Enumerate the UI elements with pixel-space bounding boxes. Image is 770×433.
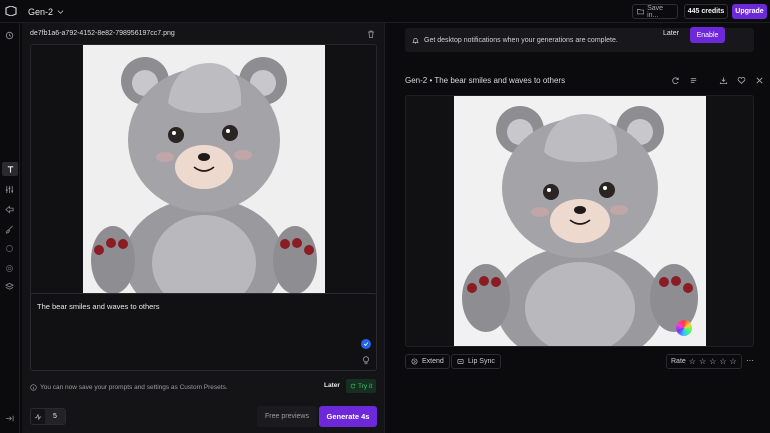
input-panel: de7fb1a6-a792-4152-8e82-798956197cc7.png bbox=[22, 23, 384, 433]
menu-lines-icon[interactable] bbox=[688, 75, 698, 85]
layers-icon[interactable] bbox=[4, 281, 15, 292]
prompt-textarea[interactable]: The bear smiles and waves to others bbox=[30, 293, 377, 371]
generation-actions bbox=[670, 75, 764, 85]
circle-icon[interactable] bbox=[4, 263, 15, 274]
download-icon[interactable] bbox=[718, 75, 728, 85]
credits-button[interactable]: 445 credits bbox=[684, 4, 728, 19]
trash-icon[interactable] bbox=[367, 30, 375, 38]
sparkle-icon[interactable] bbox=[4, 243, 15, 254]
teddy-bear-illustration bbox=[454, 96, 706, 346]
rate-label: Rate bbox=[671, 358, 686, 365]
brush-icon[interactable] bbox=[4, 224, 15, 235]
save-in-label: Save in... bbox=[647, 4, 664, 19]
camera-motion-icon[interactable] bbox=[4, 204, 15, 215]
star-3-icon[interactable]: ☆ bbox=[709, 357, 716, 366]
presets-later-button[interactable]: Later bbox=[324, 382, 340, 389]
free-previews-button[interactable]: Free previews bbox=[257, 406, 317, 427]
output-tools: Extend Lip Sync Rate ☆ ☆ ☆ ☆ ☆ ⋯ bbox=[405, 354, 754, 370]
bell-icon bbox=[412, 37, 419, 43]
enable-notifications-button[interactable]: Enable bbox=[690, 27, 725, 43]
upgrade-button[interactable]: Upgrade bbox=[732, 4, 767, 19]
try-it-label: Try it bbox=[358, 382, 373, 390]
duration-value: 5 bbox=[45, 409, 65, 424]
star-4-icon[interactable]: ☆ bbox=[719, 357, 726, 366]
extend-button[interactable]: Extend bbox=[405, 354, 450, 369]
refresh-icon[interactable] bbox=[670, 75, 680, 85]
extend-icon bbox=[411, 358, 418, 365]
teddy-bear-illustration bbox=[83, 45, 325, 306]
text-to-video-tab[interactable] bbox=[2, 162, 18, 176]
folder-icon bbox=[637, 9, 645, 15]
model-name: Gen-2 bbox=[28, 6, 54, 17]
clock-icon bbox=[31, 409, 45, 424]
text-icon bbox=[7, 165, 13, 173]
lip-sync-button[interactable]: Lip Sync bbox=[451, 354, 501, 369]
more-options-icon[interactable]: ⋯ bbox=[746, 356, 754, 365]
collapse-icon[interactable] bbox=[4, 413, 15, 424]
generation-title: Gen-2 • The bear smiles and waves to oth… bbox=[405, 76, 566, 85]
history-icon[interactable] bbox=[4, 30, 15, 41]
rating-widget: Rate ☆ ☆ ☆ ☆ ☆ bbox=[666, 354, 742, 369]
star-5-icon[interactable]: ☆ bbox=[729, 357, 736, 366]
source-image bbox=[83, 45, 325, 306]
lip-sync-icon bbox=[457, 359, 464, 364]
try-it-button[interactable]: Try it bbox=[346, 379, 377, 393]
star-1-icon[interactable]: ☆ bbox=[689, 357, 696, 366]
output-panel: Get desktop notifications when your gene… bbox=[384, 23, 770, 433]
presets-banner: You can now save your prompts and settin… bbox=[30, 379, 377, 395]
lightbulb-icon[interactable] bbox=[362, 356, 370, 365]
chevron-down-icon bbox=[57, 10, 64, 14]
close-icon[interactable] bbox=[754, 75, 764, 85]
generate-controls: 5 Free previews Generate 4s bbox=[30, 406, 377, 428]
check-icon[interactable] bbox=[361, 339, 371, 349]
top-bar: Gen-2 Save in... 445 credits Upgrade bbox=[0, 0, 770, 23]
heart-icon[interactable] bbox=[736, 75, 746, 85]
image-filename: de7fb1a6-a792-4152-8e82-798956197cc7.png bbox=[30, 30, 175, 37]
notification-later-button[interactable]: Later bbox=[663, 30, 679, 37]
output-video-frame[interactable] bbox=[405, 95, 754, 347]
source-image-frame[interactable] bbox=[30, 44, 377, 307]
info-icon bbox=[30, 383, 37, 391]
duration-selector[interactable]: 5 bbox=[30, 408, 66, 425]
lip-sync-label: Lip Sync bbox=[468, 358, 495, 365]
save-in-button[interactable]: Save in... bbox=[632, 4, 678, 19]
sliders-icon[interactable] bbox=[4, 184, 15, 195]
ai-orb-icon bbox=[676, 320, 692, 336]
tool-rail bbox=[0, 23, 20, 433]
refresh-icon bbox=[350, 383, 356, 389]
logo-icon[interactable] bbox=[5, 5, 17, 17]
extend-label: Extend bbox=[422, 358, 444, 365]
model-selector[interactable]: Gen-2 bbox=[28, 4, 64, 19]
presets-message: You can now save your prompts and settin… bbox=[40, 383, 228, 391]
output-video bbox=[454, 96, 706, 346]
generate-button[interactable]: Generate 4s bbox=[319, 406, 377, 427]
star-2-icon[interactable]: ☆ bbox=[699, 357, 706, 366]
prompt-text: The bear smiles and waves to others bbox=[37, 302, 160, 311]
notification-text: Get desktop notifications when your gene… bbox=[424, 36, 618, 44]
